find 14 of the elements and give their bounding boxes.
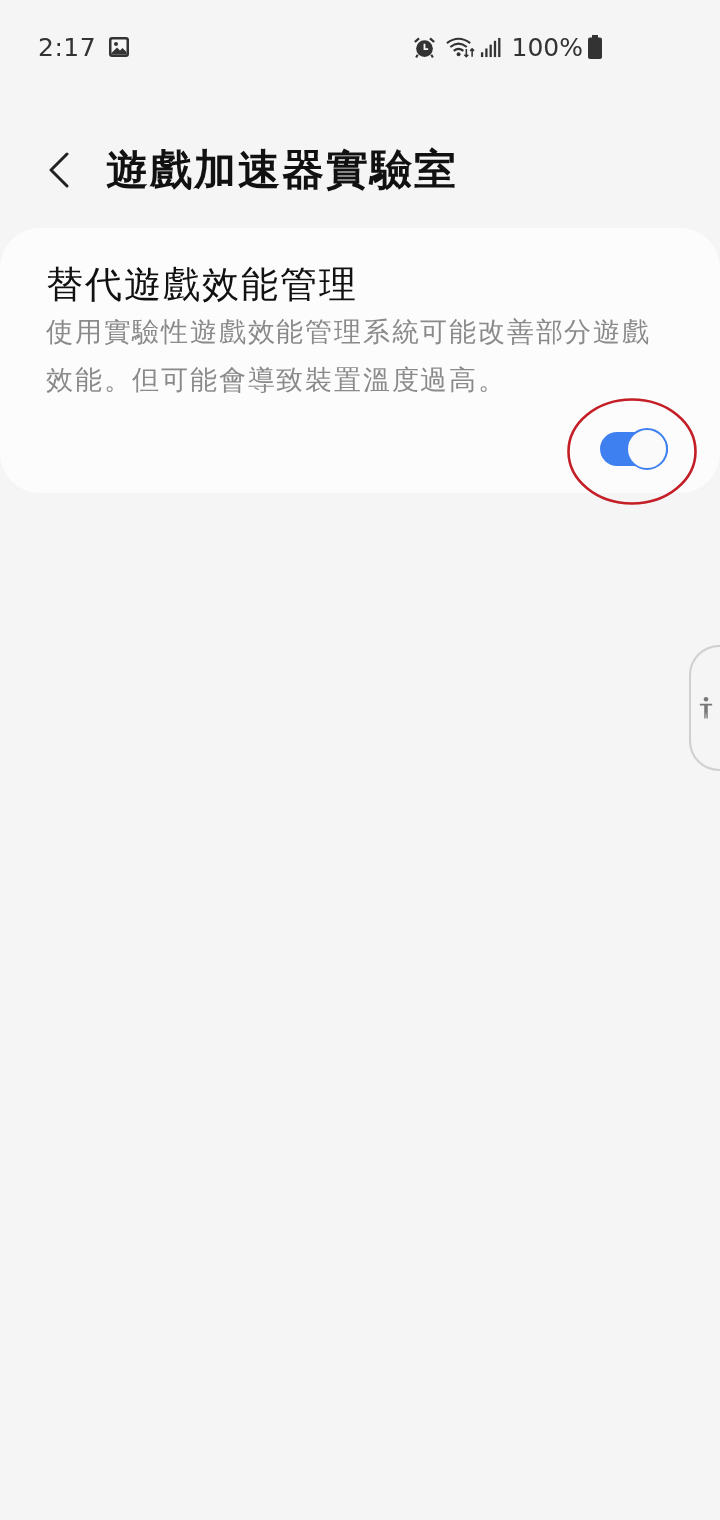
signal-icon [479, 36, 501, 58]
image-icon [108, 36, 131, 58]
setting-description: 使用實驗性遊戲效能管理系統可能改善部分遊戲效能。但可能會導致裝置溫度過高。 [46, 315, 652, 397]
back-chevron-icon [48, 152, 70, 188]
accessibility-person-icon [698, 696, 713, 720]
battery-icon [588, 35, 602, 59]
setting-title: 替代遊戲效能管理 [46, 262, 359, 308]
battery-percent: 100% [511, 32, 583, 62]
accessibility-button[interactable] [689, 645, 720, 771]
toggle-switch[interactable] [600, 428, 668, 470]
status-time: 2:17 [38, 32, 97, 62]
alarm-clock-icon [412, 35, 436, 59]
wifi-icon [444, 36, 476, 58]
page-title: 遊戲加速器實驗室 [106, 144, 458, 196]
